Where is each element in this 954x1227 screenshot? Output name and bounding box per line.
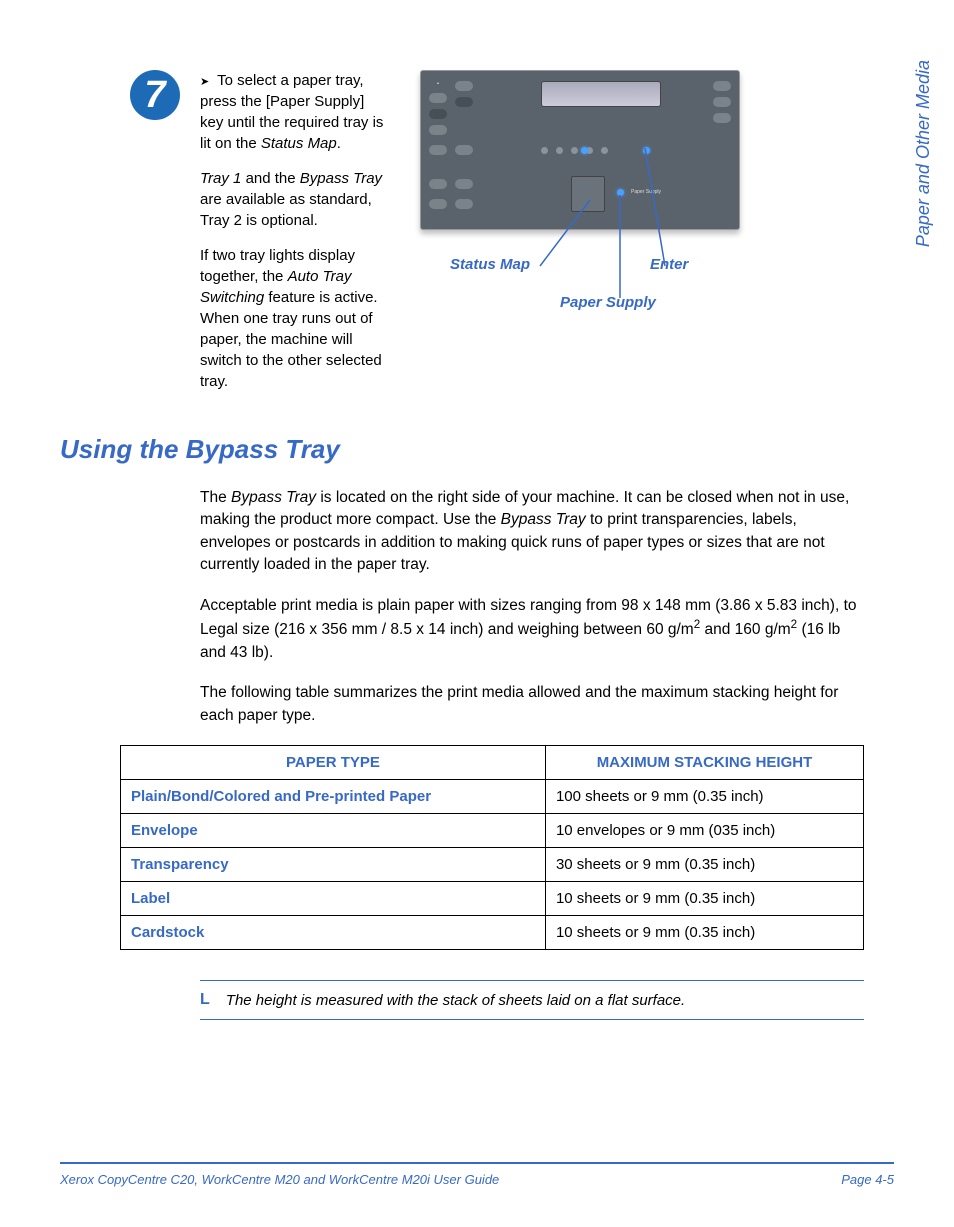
device-panel-graphic: • xyxy=(420,70,740,230)
step-para-1: ➤ To select a paper tray, press the [Pap… xyxy=(200,70,390,154)
table-row: Cardstock 10 sheets or 9 mm (0.35 inch) xyxy=(121,916,864,950)
th-max-height: MAXIMUM STACKING HEIGHT xyxy=(545,746,863,780)
chapter-title: Paper and Other Media xyxy=(913,60,934,247)
section-p3: The following table summarizes the print… xyxy=(200,682,864,727)
section-p1: The Bypass Tray is located on the right … xyxy=(200,487,864,577)
footer-left: Xerox CopyCentre C20, WorkCentre M20 and… xyxy=(60,1172,499,1187)
info-icon: L xyxy=(200,991,210,1009)
step-row: 7 ➤ To select a paper tray, press the [P… xyxy=(60,70,894,406)
table-row: Transparency 30 sheets or 9 mm (0.35 inc… xyxy=(121,848,864,882)
footer-right: Page 4-5 xyxy=(841,1172,894,1187)
note-row: L The height is measured with the stack … xyxy=(200,980,864,1020)
page-footer: Xerox CopyCentre C20, WorkCentre M20 and… xyxy=(60,1162,894,1187)
media-table: PAPER TYPE MAXIMUM STACKING HEIGHT Plain… xyxy=(120,745,864,950)
bullet-arrow-icon: ➤ xyxy=(200,76,209,88)
page: Paper and Other Media 7 ➤ To select a pa… xyxy=(0,0,954,1227)
section-heading: Using the Bypass Tray xyxy=(60,434,894,465)
section-body: The Bypass Tray is located on the right … xyxy=(200,487,864,727)
step-para-2: Tray 1 and the Bypass Tray are available… xyxy=(200,168,390,231)
step-number-badge: 7 xyxy=(130,70,180,120)
figure-column: • xyxy=(420,70,740,330)
step-text: ➤ To select a paper tray, press the [Pap… xyxy=(200,70,390,406)
status-map-graphic xyxy=(571,176,605,212)
lcd-screen-graphic xyxy=(541,81,661,107)
table-row: Envelope 10 envelopes or 9 mm (035 inch) xyxy=(121,814,864,848)
table-row: Plain/Bond/Colored and Pre-printed Paper… xyxy=(121,780,864,814)
callout-status-map: Status Map xyxy=(450,256,530,273)
control-panel-figure: • xyxy=(420,70,740,330)
callout-enter: Enter xyxy=(650,256,688,273)
step-para-3: If two tray lights display together, the… xyxy=(200,245,390,392)
th-paper-type: PAPER TYPE xyxy=(121,746,546,780)
section-p2: Acceptable print media is plain paper wi… xyxy=(200,595,864,665)
callout-paper-supply: Paper Supply xyxy=(560,294,656,311)
table-row: Label 10 sheets or 9 mm (0.35 inch) xyxy=(121,882,864,916)
note-text: The height is measured with the stack of… xyxy=(226,992,685,1009)
